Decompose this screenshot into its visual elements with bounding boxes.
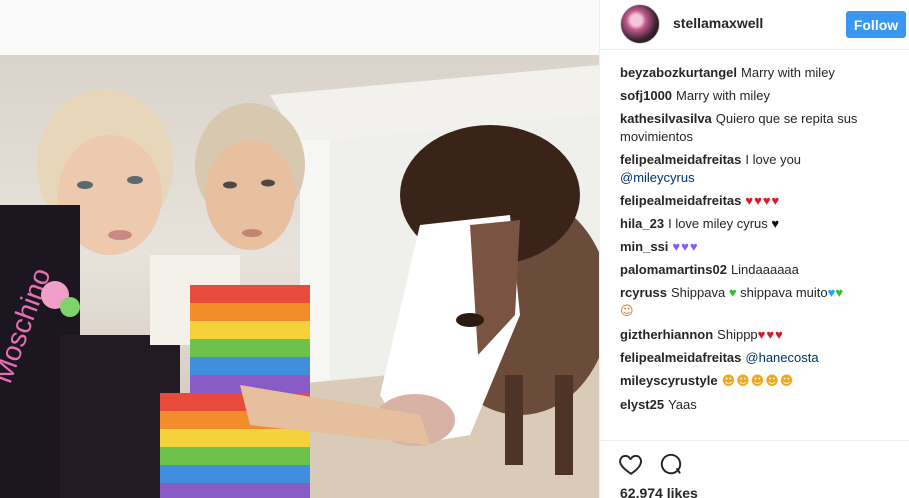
comment-text: Lindaaaaaa — [730, 262, 799, 277]
comment-item: felipealmeidafreitas @hanecosta — [620, 349, 900, 367]
heart-eyes-emoji-icon: ☻☻☻☻☻ — [721, 374, 795, 389]
purple-heart-emoji-icon: ♥♥♥ — [672, 239, 699, 254]
comment-username[interactable]: hila_23 — [620, 216, 664, 231]
comment-text: Marry with miley — [676, 88, 770, 103]
comment-text: I love you — [745, 152, 802, 167]
post-username[interactable]: stellamaxwell — [673, 15, 763, 31]
comment-username[interactable]: giztherhiannon — [620, 327, 713, 342]
green-heart-emoji-icon: ♥ — [835, 285, 844, 300]
broken-heart-emoji-icon: ♥♥♥♥ — [745, 193, 781, 208]
likes-count[interactable]: 62,974 likes — [620, 485, 698, 498]
comment-item: felipealmeidafreitas I love you @mileycyr… — [620, 151, 900, 187]
photo-pane: Moschino Moschino — [0, 0, 599, 498]
comment-text: I love miley cyrus — [668, 216, 768, 231]
comment-username[interactable]: felipealmeidafreitas — [620, 152, 741, 167]
comment-item: felipealmeidafreitas ♥♥♥♥ — [620, 192, 900, 210]
comment-text: Shippava — [670, 285, 726, 300]
comment-list: beyzabozkurtangel Marry with miley sofj10… — [620, 64, 900, 419]
comment-username[interactable]: sofj1000 — [620, 88, 672, 103]
fox-face-emoji-icon: ☺ — [620, 304, 634, 319]
comment-item: sofj1000 Marry with miley — [620, 87, 900, 105]
comment-username[interactable]: rcyruss — [620, 285, 667, 300]
comment-username[interactable]: kathesilvasilva — [620, 111, 712, 126]
comment-item: giztherhiannon Shippp♥♥♥ — [620, 326, 900, 344]
comment-username[interactable]: palomamartins02 — [620, 262, 727, 277]
follow-button[interactable]: Follow — [846, 11, 906, 38]
profile-avatar[interactable] — [620, 4, 660, 44]
comment-username[interactable]: elyst25 — [620, 397, 664, 412]
comment-mention[interactable]: @mileycyrus — [620, 170, 695, 185]
comment-text: Marry with miley — [741, 65, 835, 80]
post-photo[interactable]: Moschino Moschino — [0, 55, 599, 498]
comment-item: kathesilvasilva Quiero que se repita sus … — [620, 110, 900, 146]
comment-username[interactable]: min_ssi — [620, 239, 668, 254]
broken-heart-emoji-icon: ♥♥♥ — [757, 327, 784, 342]
comment-mention[interactable]: @hanecosta — [745, 350, 818, 365]
comment-item: mileyscyrustyle ☻☻☻☻☻ — [620, 372, 900, 391]
comment-text: shippava muito — [740, 285, 828, 300]
comment-item: min_ssi ♥♥♥ — [620, 238, 900, 256]
comment-username[interactable]: beyzabozkurtangel — [620, 65, 737, 80]
post-sidebar: stellamaxwell Follow beyzabozkurtangel Ma… — [599, 0, 909, 498]
comment-username[interactable]: mileyscyrustyle — [620, 373, 718, 388]
green-heart-emoji-icon: ♥ — [728, 285, 737, 300]
photo-illustration: Moschino Moschino — [0, 65, 599, 498]
heart-outline-icon[interactable] — [618, 451, 644, 477]
comment-username[interactable]: felipealmeidafreitas — [620, 350, 741, 365]
comment-text: Yaas — [668, 397, 697, 412]
comment-text: Shippp — [717, 327, 758, 342]
post-footer: 62,974 likes — [600, 440, 909, 498]
comment-item: hila_23 I love miley cyrus ♥ — [620, 215, 900, 233]
comment-item: beyzabozkurtangel Marry with miley — [620, 64, 900, 82]
comment-item: palomamartins02 Lindaaaaaa — [620, 261, 900, 279]
speech-bubble-icon[interactable] — [658, 451, 684, 477]
comment-username[interactable]: felipealmeidafreitas — [620, 193, 741, 208]
black-heart-emoji-icon: ♥ — [771, 216, 780, 231]
comment-item: rcyruss Shippava ♥ shippava muito♥♥ ☺ — [620, 284, 900, 321]
comment-item: elyst25 Yaas — [620, 396, 900, 414]
post-header: stellamaxwell Follow — [600, 0, 909, 50]
